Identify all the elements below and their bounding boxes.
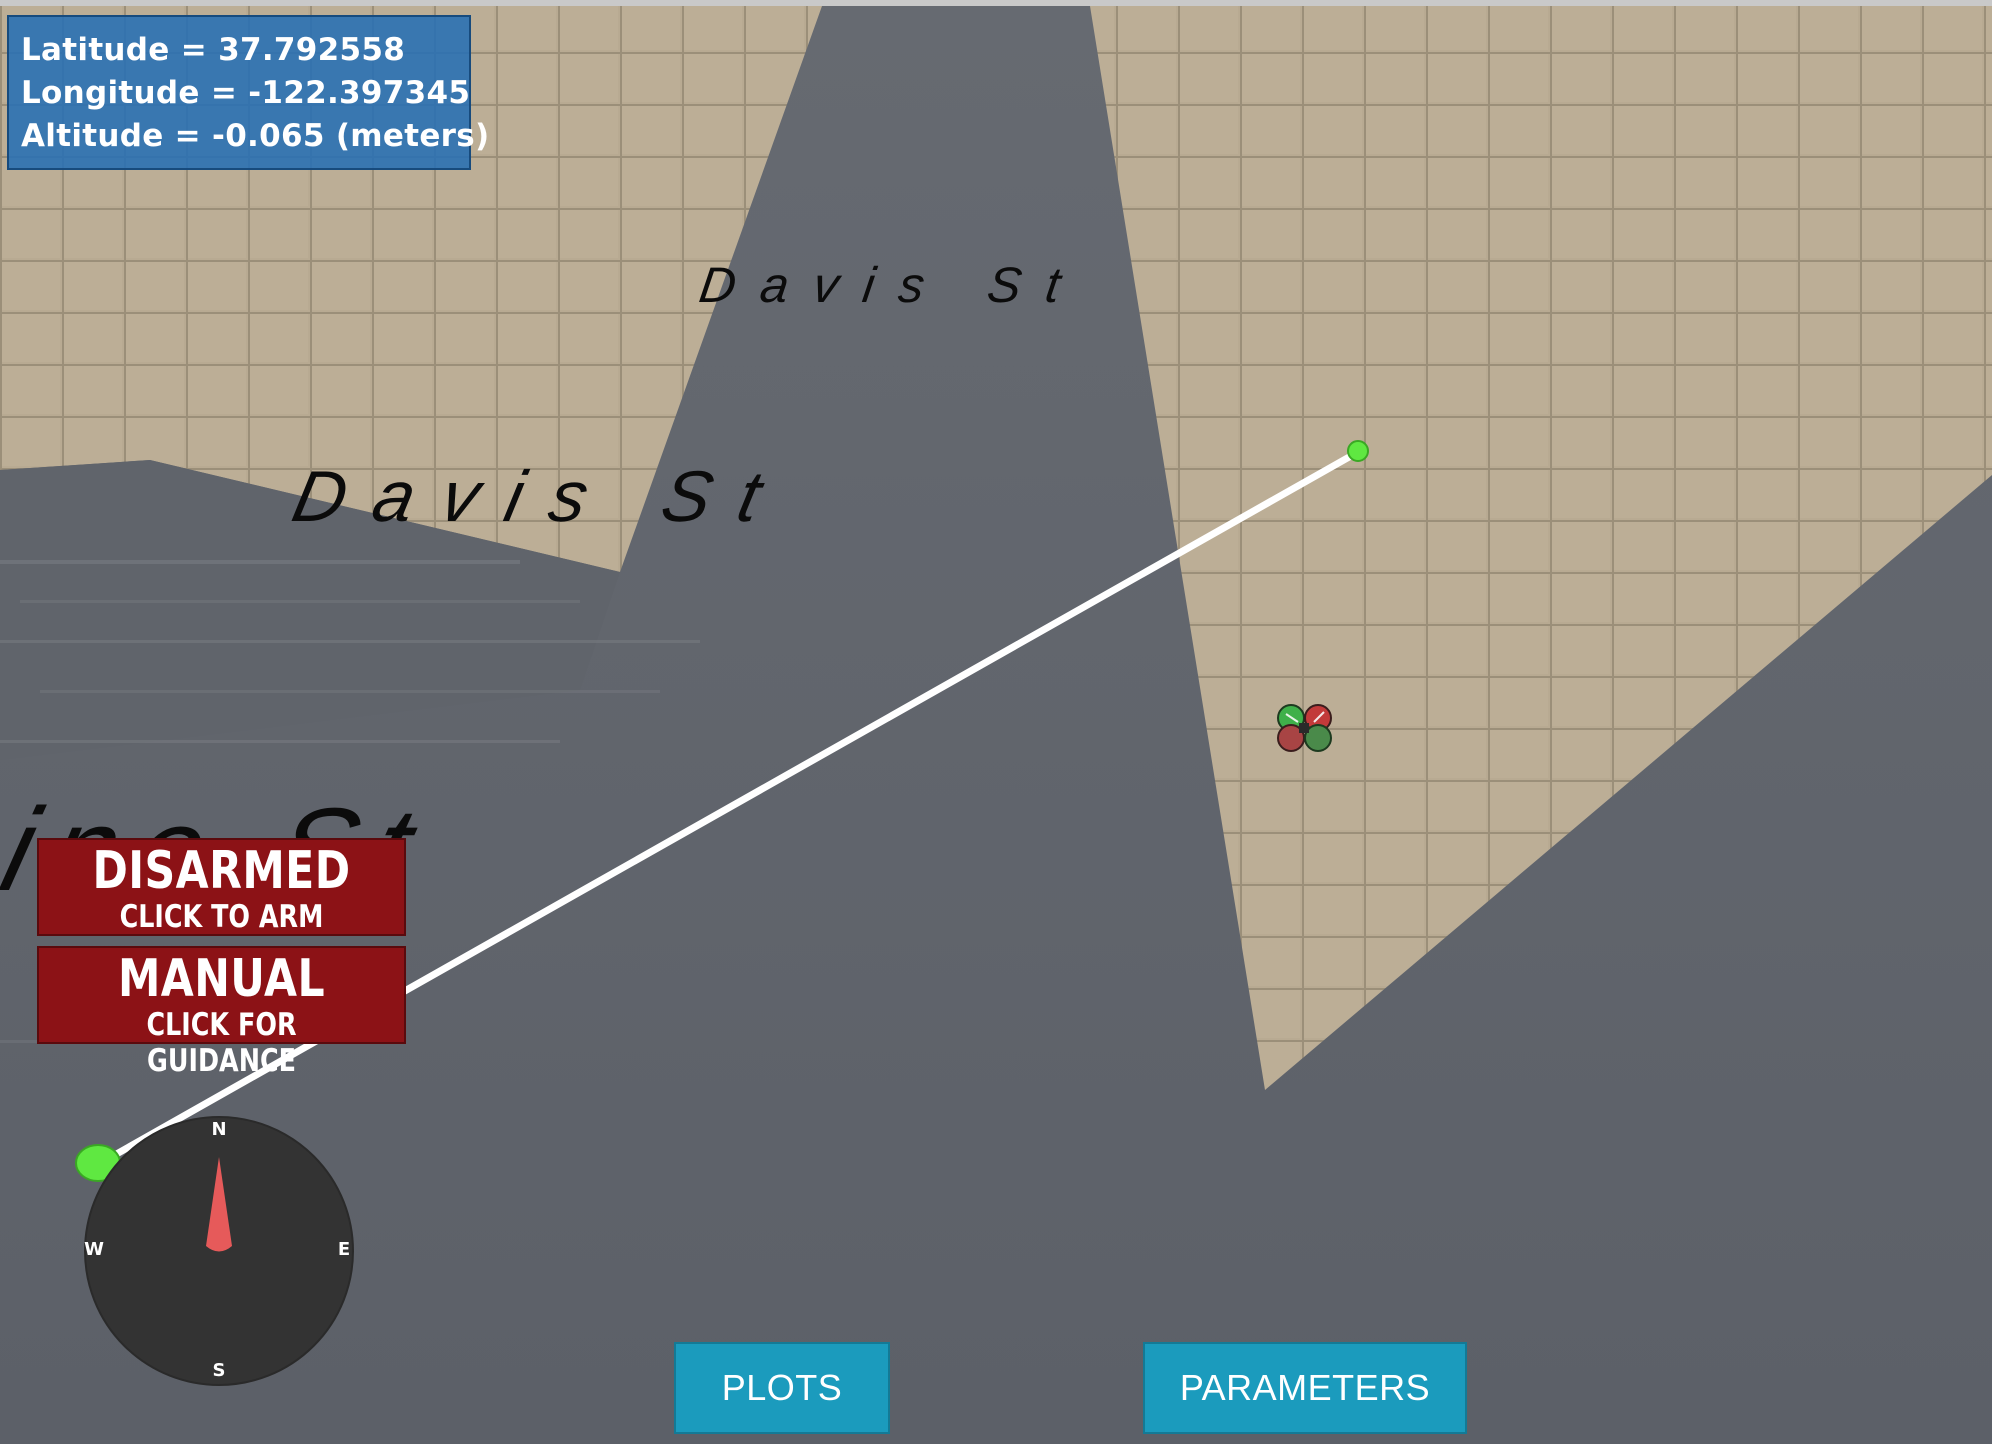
plots-button[interactable]: PLOTS xyxy=(674,1342,890,1434)
altitude-readout: Altitude = -0.065 (meters) xyxy=(21,118,490,154)
compass-north-label: N xyxy=(211,1119,227,1140)
compass-west-label: W xyxy=(84,1239,104,1260)
simulator-viewport[interactable]: Davis St Davis St Pine St Latitude = 37.… xyxy=(0,0,1992,1444)
waypoint-marker-end[interactable] xyxy=(1347,440,1369,462)
mode-state-label: MANUAL xyxy=(117,949,326,1009)
top-edge xyxy=(0,0,1992,6)
mode-action-label: CLICK FOR GUIDANCE xyxy=(146,1007,297,1079)
arm-state-label: DISARMED xyxy=(92,841,351,901)
arm-toggle-button[interactable]: DISARMED CLICK TO ARM xyxy=(37,838,406,936)
latitude-readout: Latitude = 37.792558 xyxy=(21,32,406,68)
flight-mode-button[interactable]: MANUAL CLICK FOR GUIDANCE xyxy=(37,946,406,1079)
compass-widget: N S E W xyxy=(83,1115,355,1387)
arm-action-label: CLICK TO ARM xyxy=(119,899,324,935)
gps-readout-panel: Latitude = 37.792558 Longitude = -122.39… xyxy=(7,15,490,170)
compass-east-label: E xyxy=(337,1239,351,1260)
longitude-readout: Longitude = -122.397345 xyxy=(21,75,471,111)
compass-dial xyxy=(84,1116,354,1386)
compass-south-label: S xyxy=(212,1360,226,1381)
parameters-button[interactable]: PARAMETERS xyxy=(1143,1342,1467,1434)
